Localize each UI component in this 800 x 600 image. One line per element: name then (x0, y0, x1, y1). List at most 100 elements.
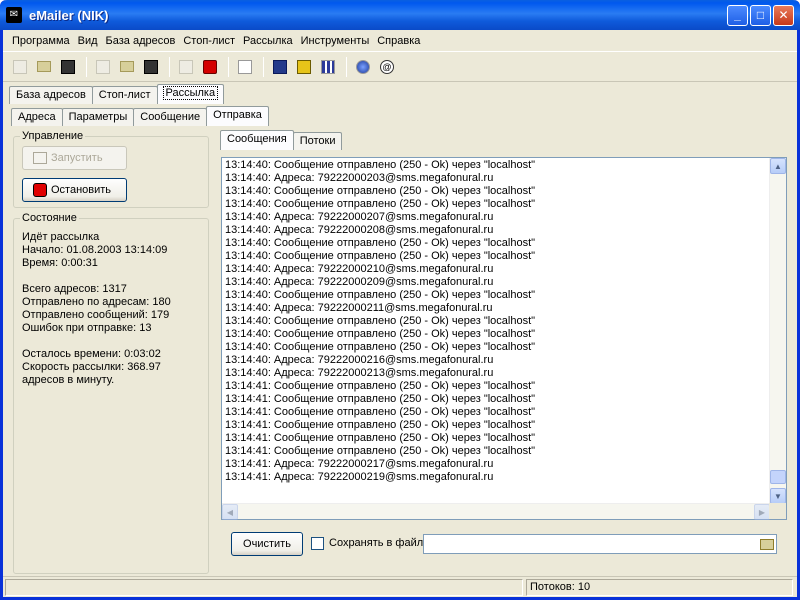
log-line: 13:14:40: Адреса: 79222000207@sms.megafo… (225, 211, 494, 223)
globe-icon (356, 59, 370, 74)
minimize-button[interactable]: _ (727, 4, 748, 26)
open-folder-button[interactable] (33, 56, 55, 78)
close-button[interactable]: ✕ (773, 4, 794, 26)
save-button[interactable] (140, 56, 162, 78)
start-button[interactable] (175, 56, 197, 78)
log-line: 13:14:41: Сообщение отправлено (250 - Ok… (225, 393, 536, 405)
log-line: 13:14:41: Адреса: 79222000219@sms.megafo… (225, 471, 494, 483)
new-doc-button[interactable] (92, 56, 114, 78)
status-line (22, 335, 171, 348)
tab-addresses[interactable]: Адреса (11, 108, 63, 126)
scroll-corner (769, 503, 786, 519)
new-doc-button[interactable] (9, 56, 31, 78)
toolbar-separator (263, 56, 264, 77)
status-line: Время: 0:00:31 (22, 257, 98, 269)
right-panel: Сообщения Потоки 13:14:40: Сообщение отп… (217, 128, 795, 575)
state-group: Состояние Идёт рассылка Начало: 01.08.200… (13, 212, 209, 574)
menu-address-base[interactable]: База адресов (102, 33, 180, 49)
menu-stop-list[interactable]: Стоп-лист (179, 33, 239, 49)
log-line: 13:14:40: Адреса: 79222000208@sms.megafo… (225, 224, 494, 236)
at-icon: @ (380, 59, 394, 74)
scroll-thumb[interactable] (770, 470, 786, 484)
log-line: 13:14:40: Адреса: 79222000203@sms.megafo… (225, 172, 494, 184)
status-line: Осталось времени: 0:03:02 (22, 348, 161, 360)
emailer-app-icon[interactable]: ✉ (6, 7, 22, 23)
save-to-file-label: Сохранять в файл: (329, 537, 427, 549)
log-line: 13:14:40: Сообщение отправлено (250 - Ok… (225, 185, 536, 197)
log-line: 13:14:40: Адреса: 79222000211@sms.megafo… (225, 302, 493, 314)
open-folder-button[interactable] (758, 535, 776, 553)
scroll-left-icon[interactable]: ◀ (222, 504, 238, 520)
save-button[interactable] (57, 56, 79, 78)
open-folder-button[interactable] (116, 56, 138, 78)
tab-parameters[interactable]: Параметры (61, 108, 135, 126)
status-line: Начало: 01.08.2003 13:14:09 (22, 244, 168, 256)
app-window: ✉ eMailer (NIK) _ □ ✕ Программа Вид База… (0, 0, 800, 600)
globe-button[interactable] (352, 56, 374, 78)
control-group-label: Управление (20, 130, 86, 142)
log-line: 13:14:40: Адреса: 79222000213@sms.megafo… (225, 367, 494, 379)
log-box[interactable]: 13:14:40: Сообщение отправлено (250 - Ok… (221, 157, 787, 520)
log-line: 13:14:40: Сообщение отправлено (250 - Ok… (225, 159, 536, 171)
status-line: Скорость рассылки: 368.97 (22, 361, 161, 373)
open-folder-icon (760, 538, 774, 550)
save-icon (144, 59, 158, 74)
grid-button[interactable] (317, 56, 339, 78)
tab-threads[interactable]: Потоки (292, 132, 343, 150)
menu-mailing[interactable]: Рассылка (239, 33, 297, 49)
log-line: 13:14:41: Сообщение отправлено (250 - Ok… (225, 432, 536, 444)
file-path-input[interactable] (423, 534, 777, 554)
log-line: 13:14:40: Сообщение отправлено (250 - Ok… (225, 341, 536, 353)
tab-messages[interactable]: Сообщения (220, 130, 294, 150)
menu-help[interactable]: Справка (373, 33, 424, 49)
save-to-file-checkbox[interactable] (311, 537, 324, 550)
toolbar-separator (169, 56, 170, 77)
scroll-down-icon[interactable]: ▼ (770, 488, 786, 504)
settings-button[interactable] (234, 56, 256, 78)
log-line: 13:14:40: Сообщение отправлено (250 - Ok… (225, 315, 536, 327)
status-bar: Потоков: 10 (3, 576, 797, 597)
new-doc-icon (96, 59, 110, 74)
status-line (22, 270, 171, 283)
vertical-scrollbar[interactable]: ▲ ▼ (769, 158, 786, 504)
menu-view[interactable]: Вид (74, 33, 102, 49)
stop-button[interactable]: Остановить (22, 178, 127, 202)
stop-button[interactable] (199, 56, 221, 78)
tab-sending[interactable]: Отправка (206, 106, 269, 126)
menu-tools[interactable]: Инструменты (297, 33, 374, 49)
stop-icon (203, 59, 217, 74)
open-folder-icon (120, 61, 134, 72)
tab-message[interactable]: Сообщение (133, 108, 208, 126)
scroll-right-icon[interactable]: ▶ (754, 504, 770, 520)
tab-address-base[interactable]: База адресов (9, 86, 93, 104)
stop-icon (33, 183, 47, 197)
toolbar-separator (346, 56, 347, 77)
tab-stop-list[interactable]: Стоп-лист (91, 86, 158, 104)
scroll-up-icon[interactable]: ▲ (770, 158, 786, 174)
left-panel: Управление Запустить Остановить Состояни… (11, 128, 211, 575)
log-line: 13:14:40: Сообщение отправлено (250 - Ok… (225, 289, 536, 301)
status-left (5, 579, 523, 596)
log-line: 13:14:41: Адреса: 79222000217@sms.megafo… (225, 458, 494, 470)
at-button[interactable]: @ (376, 56, 398, 78)
menu-program[interactable]: Программа (8, 33, 74, 49)
log-line: 13:14:41: Сообщение отправлено (250 - Ok… (225, 380, 536, 392)
grid-icon (321, 59, 335, 74)
title-bar[interactable]: ✉ eMailer (NIK) _ □ ✕ (0, 0, 800, 30)
horizontal-scrollbar[interactable]: ◀ ▶ (222, 503, 770, 520)
book-button[interactable] (269, 56, 291, 78)
maximize-button[interactable]: □ (750, 4, 771, 26)
open-folder-icon (37, 61, 51, 72)
status-line: Отправлено сообщений: 179 (22, 309, 170, 321)
state-group-label: Состояние (20, 212, 79, 224)
log-line: 13:14:40: Сообщение отправлено (250 - Ok… (225, 250, 536, 262)
log-line: 13:14:41: Сообщение отправлено (250 - Ok… (225, 406, 536, 418)
start-button[interactable]: Запустить (22, 146, 127, 170)
film-button[interactable] (293, 56, 315, 78)
status-line: Отправлено по адресам: 180 (22, 296, 171, 308)
clear-button[interactable]: Очистить (231, 532, 303, 556)
tab-mailing[interactable]: Рассылка (156, 84, 225, 104)
threads-count: Потоков: 10 (526, 579, 793, 596)
log-line: 13:14:40: Адреса: 79222000210@sms.megafo… (225, 263, 494, 275)
log-line: 13:14:40: Сообщение отправлено (250 - Ok… (225, 198, 536, 210)
